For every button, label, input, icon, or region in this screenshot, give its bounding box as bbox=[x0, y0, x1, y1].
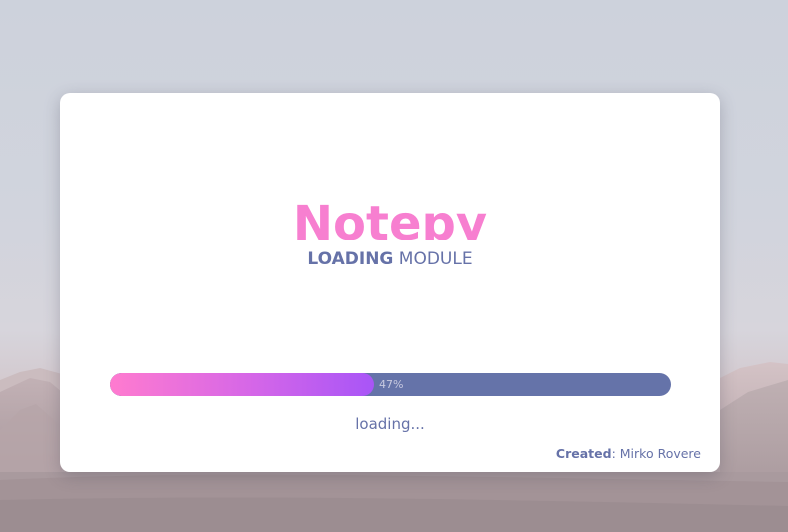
credit-label: Created bbox=[555, 446, 612, 461]
credit-separator: : bbox=[611, 446, 616, 461]
progress-bar: 47% bbox=[110, 373, 671, 396]
loading-card: Notepy LOADING MODULE 47% loading... Cre… bbox=[60, 93, 720, 472]
credit-author: Mirko Rovere bbox=[619, 446, 701, 461]
subtitle-module-word: MODULE bbox=[398, 249, 473, 269]
progress-bar-fill bbox=[110, 373, 374, 396]
loading-status-text: loading... bbox=[355, 415, 425, 433]
subtitle-loading-word: LOADING bbox=[307, 249, 394, 269]
desktop-background: Notepy LOADING MODULE 47% loading... Cre… bbox=[0, 0, 788, 532]
loading-module-subtitle: LOADING MODULE bbox=[60, 247, 720, 271]
progress-percent-label: 47% bbox=[379, 378, 404, 391]
app-title: Notepy bbox=[292, 196, 488, 240]
creator-credit: Created: Mirko Rovere bbox=[556, 445, 701, 463]
